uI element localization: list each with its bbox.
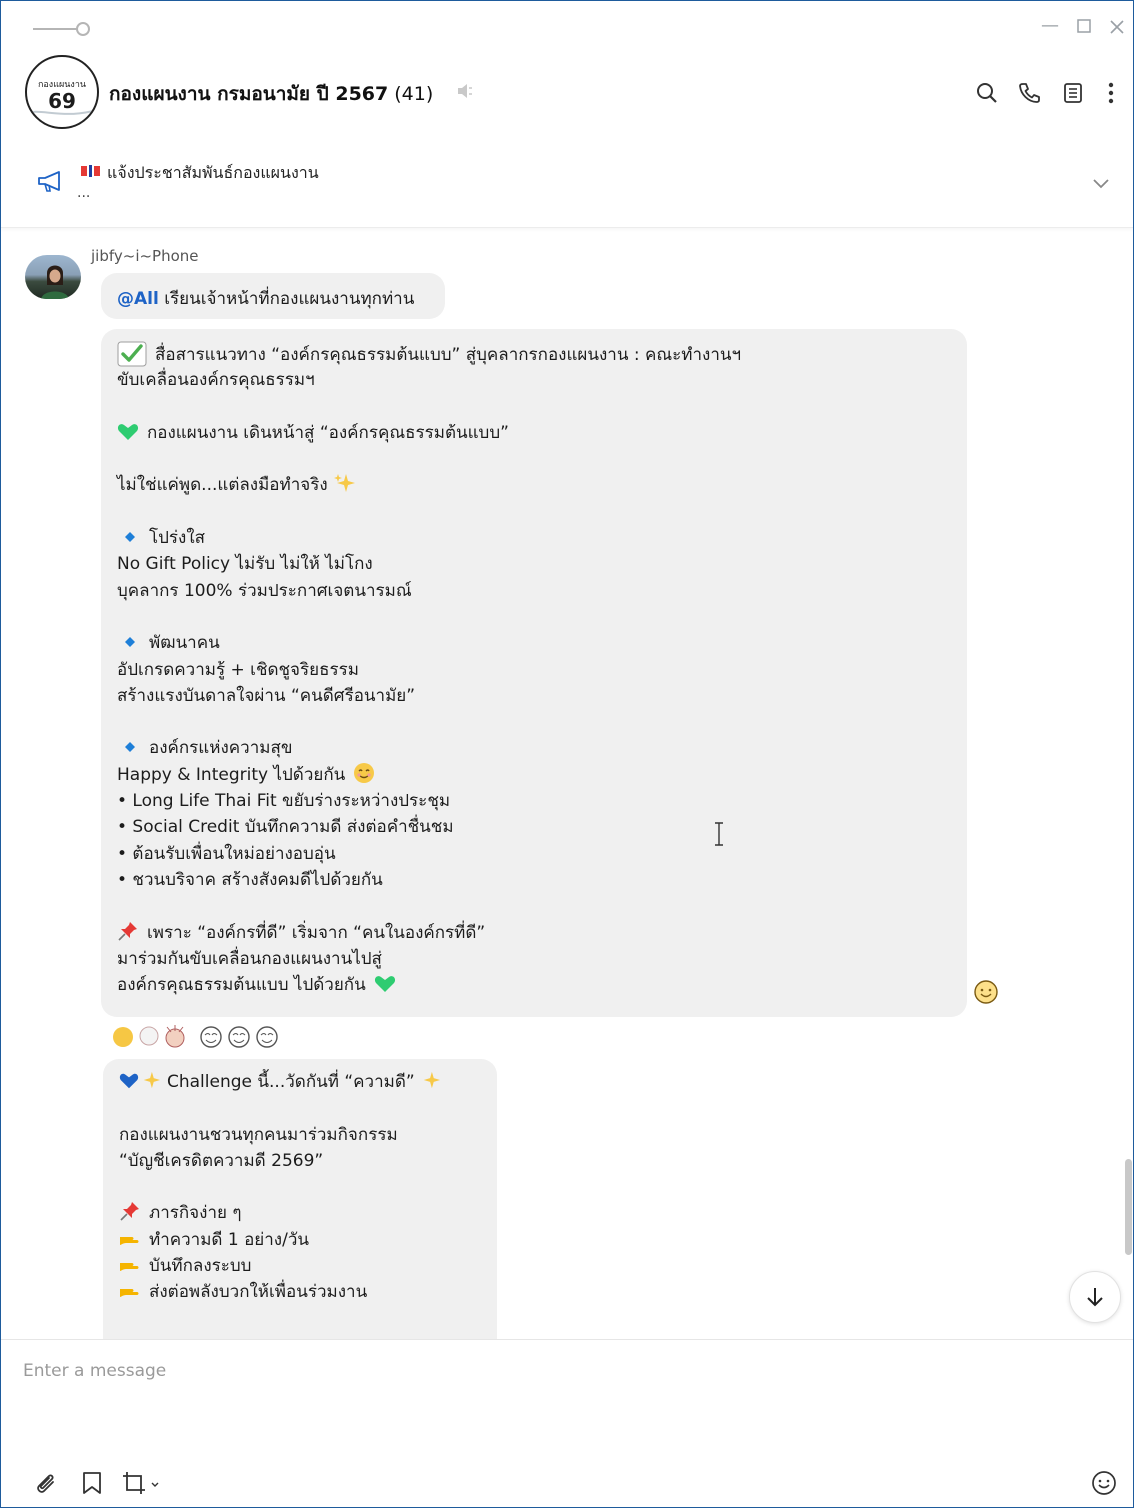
pushpin-icon: [120, 1202, 139, 1222]
sender-avatar-image: [41, 265, 69, 299]
notes-icon[interactable]: [1061, 81, 1085, 105]
title-bar: —: [1, 1, 1133, 47]
message-line: พัฒนาคน: [117, 630, 951, 656]
message-line: องค์กรแห่งความสุข: [117, 735, 951, 761]
group-avatar-wave: [27, 108, 97, 115]
message-bubble-challenge[interactable]: Challenge นี้...วัดกันที่ “ความดี” กองแผ…: [103, 1059, 497, 1339]
message-bubble-long[interactable]: สื่อสารแนวทาง “องค์กรคุณธรรมต้นแบบ” สู่บ…: [101, 329, 967, 1017]
message-line: [117, 394, 951, 420]
blue-diamond-icon: [125, 532, 135, 543]
reaction-stickers[interactable]: [111, 1023, 291, 1051]
message-bubble-mention[interactable]: @All เรียนเจ้าหน้าที่กองแผนงานทุกท่าน: [101, 273, 445, 319]
arrow-down-icon: [1087, 1288, 1103, 1307]
announcement-ellipsis: ...: [77, 185, 91, 201]
green-heart-icon: [374, 976, 395, 993]
message-line: • ชวนบริจาค สร้างสังคมดีไปด้วยกัน: [117, 869, 383, 890]
add-reaction-icon[interactable]: [973, 979, 999, 1005]
message-line: “บัญชีเครดิตความดี 2569”: [119, 1150, 324, 1171]
group-avatar[interactable]: กองแผนงาน 69: [25, 55, 99, 129]
message-line: โปร่งใส: [117, 525, 951, 551]
sparkles-icon: [333, 474, 355, 493]
chevron-down-icon[interactable]: [1091, 173, 1111, 193]
blue-diamond-icon: [125, 637, 135, 648]
scroll-to-bottom-button[interactable]: [1069, 1271, 1121, 1323]
crop-icon[interactable]: [121, 1470, 161, 1496]
pointing-hand-icon: [120, 1289, 139, 1298]
message-line: อัปเกรดความรู้ + เชิดชูจริยธรรม: [117, 659, 359, 680]
message-line: มาร่วมกันขับเคลื่อนกองแผนงานไปสู่: [117, 948, 382, 969]
message-line: องค์กรคุณธรรมต้นแบบ ไปด้วยกัน: [117, 972, 951, 998]
message-line: สร้างแรงบันดาลใจผ่าน “คนดีศรีอนามัย”: [117, 685, 416, 706]
message-line: บันทึกลงระบบ: [119, 1253, 481, 1279]
announcement-bar[interactable]: แจ้งประชาสัมพันธ์กองแผนงาน ...: [1, 149, 1133, 228]
message-line: สื่อสารแนวทาง “องค์กรคุณธรรมต้นแบบ” สู่บ…: [117, 341, 951, 367]
mute-icon: [458, 84, 472, 98]
search-icon[interactable]: [975, 81, 999, 105]
message-line: Challenge นี้...วัดกันที่ “ความดี”: [119, 1069, 481, 1095]
message-line: เพราะ “องค์กรที่ดี” เริ่มจาก “คนในองค์กร…: [117, 920, 951, 946]
message-line: [117, 709, 951, 735]
message-line: ส่งต่อพลังบวกให้เพื่อนร่วมงาน: [119, 1279, 481, 1305]
smiling-face-icon: [354, 762, 375, 783]
message-line: [117, 604, 951, 630]
message-line: บุคลากร 100% ร่วมประกาศเจตนารมณ์: [117, 580, 412, 601]
chat-window: — กองแผนงาน 69 กองแผนงาน กรมอนามัย ปี 25…: [0, 0, 1134, 1508]
message-line: ไม่ใช่แค่พูด...แต่ลงมือทำจริง: [117, 472, 951, 498]
message-line: [119, 1095, 481, 1121]
message-line: • ต้อนรับเพื่อนใหม่อย่างอบอุ่น: [117, 843, 336, 864]
chat-title-text: กองแผนงาน กรมอนามัย ปี 2567: [109, 83, 389, 105]
megaphone-icon: [38, 171, 60, 192]
sender-name: jibfy~i~Phone: [91, 247, 199, 265]
maximize-icon[interactable]: [1077, 19, 1091, 33]
pin-window-icon[interactable]: [31, 19, 91, 39]
message-line: No Gift Policy ไม่รับ ไม่ให้ ไม่โกง: [117, 554, 373, 575]
scrollbar-thumb[interactable]: [1125, 1159, 1132, 1255]
sender-avatar[interactable]: [25, 255, 81, 299]
text-cursor-icon: [715, 822, 723, 846]
bookmark-icon[interactable]: [79, 1470, 105, 1496]
announcement-text: แจ้งประชาสัมพันธ์กองแผนงาน: [107, 163, 319, 182]
call-icon[interactable]: [1017, 81, 1041, 105]
message-line: ทำความดี 1 อย่าง/วัน: [119, 1227, 481, 1253]
message-line: ขับเคลื่อนองค์กรคุณธรรมฯ: [117, 370, 315, 391]
message-line: [117, 446, 951, 472]
pushpin-icon: [118, 921, 137, 941]
message-line: กองแผนงานชวนทุกคนมาร่วมกิจกรรม: [119, 1124, 398, 1145]
blue-diamond-icon: [125, 742, 135, 753]
message-line: ภารกิจง่าย ๆ: [119, 1200, 481, 1226]
message-input[interactable]: [21, 1350, 1025, 1392]
more-icon[interactable]: [1099, 81, 1123, 105]
message-list[interactable]: jibfy~i~Phone @All เรียนเจ้าหน้าที่กองแผ…: [1, 229, 1133, 1339]
attach-icon[interactable]: [33, 1470, 59, 1496]
green-heart-icon: [117, 423, 139, 440]
blue-heart-icon: [119, 1073, 139, 1089]
message-line: • Social Credit บันทึกความดี ส่งต่อคำชื่…: [117, 817, 454, 838]
thai-flag-icon: [81, 165, 100, 177]
message-line: • Long Life Thai Fit ขยับร่างระหว่างประช…: [117, 791, 451, 812]
message-line: [119, 1174, 481, 1200]
member-count: (41): [394, 83, 434, 105]
message-line: Happy & Integrity ไปด้วยกัน: [117, 762, 951, 788]
close-icon[interactable]: [1109, 19, 1125, 35]
message-line: [117, 893, 951, 919]
pointing-hand-icon: [120, 1236, 139, 1245]
message-text: เรียนเจ้าหน้าที่กองแผนงานทุกท่าน: [158, 289, 415, 309]
chat-title: กองแผนงาน กรมอนามัย ปี 2567 (41): [109, 79, 433, 109]
check-mark-icon: [117, 341, 147, 367]
message-line: กองแผนงาน เดินหน้าสู่ “องค์กรคุณธรรมต้นแ…: [117, 420, 951, 446]
chat-header: กองแผนงาน 69 กองแผนงาน กรมอนามัย ปี 2567…: [1, 51, 1133, 133]
message-line: [117, 499, 951, 525]
minimize-icon[interactable]: —: [1041, 15, 1059, 36]
pointing-hand-icon: [120, 1263, 139, 1272]
emoji-icon[interactable]: [1091, 1470, 1117, 1496]
sparkles-icon: [143, 1071, 161, 1089]
sparkles-icon: [423, 1071, 440, 1089]
composer: [1, 1339, 1133, 1507]
mention-all[interactable]: @All: [117, 289, 159, 309]
